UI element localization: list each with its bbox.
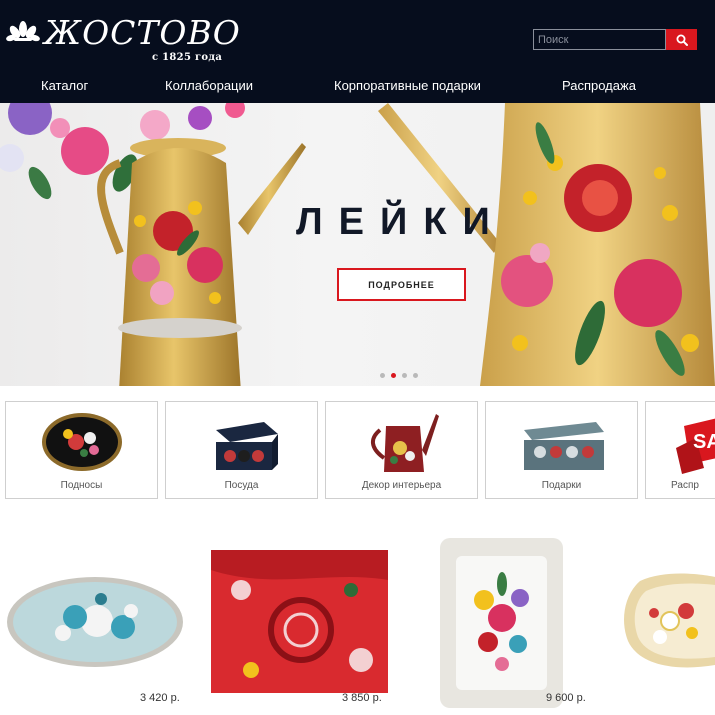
sale-tags-thumbnail: SA (676, 418, 715, 474)
product-price: 3 420 р. (140, 692, 180, 704)
oval-tray-image (7, 577, 183, 667)
hero-banner[interactable]: ЛЕЙКИ ПОДРОБНЕЕ (0, 103, 715, 386)
category-label: Декор интерьера (361, 480, 442, 491)
product-card[interactable] (440, 538, 563, 708)
gifts-thumbnail (524, 422, 604, 470)
tableware-thumbnail (216, 422, 278, 470)
product-card[interactable] (211, 550, 388, 693)
white-tray-image (440, 538, 563, 708)
search-form (533, 29, 697, 50)
product-price: 9 600 р. (546, 692, 586, 704)
search-input[interactable] (533, 29, 666, 50)
category-strip: Подносы Посуда Декор интерьера Подарки S… (5, 401, 715, 499)
search-button[interactable] (666, 29, 697, 50)
interior-decor-thumbnail (371, 414, 439, 472)
product-card[interactable] (620, 571, 715, 671)
small-watering-can (97, 138, 306, 386)
site-header: ЖОСТОВО с 1825 года Каталог Коллаборации… (0, 0, 715, 103)
product-price: 3 850 р. (342, 692, 382, 704)
slider-dot[interactable] (402, 373, 407, 378)
category-label: Подносы (60, 480, 103, 491)
category-gifts[interactable]: Подарки (485, 401, 638, 499)
brand-since: с 1825 года (152, 52, 223, 63)
main-nav: Каталог Коллаборации Корпоративные подар… (0, 78, 715, 98)
category-trays[interactable]: Подносы (5, 401, 158, 499)
slider-dots (380, 373, 418, 378)
category-tableware[interactable]: Посуда (165, 401, 318, 499)
sale-tag-text: SA (693, 431, 715, 453)
nav-item-sale[interactable]: Распродажа (562, 78, 636, 93)
nav-item-corporate-gifts[interactable]: Корпоративные подарки (334, 78, 481, 93)
flower-logo-icon (6, 21, 40, 42)
slider-dot[interactable] (413, 373, 418, 378)
search-icon (676, 34, 688, 46)
category-sale[interactable]: SA Распр (645, 401, 715, 499)
category-label: Подарки (541, 480, 582, 491)
category-label: Посуда (224, 480, 259, 491)
tray-thumbnail (42, 413, 122, 471)
silk-scarf-image (211, 550, 388, 693)
hero-title: ЛЕЙКИ (296, 201, 506, 243)
nav-item-catalog[interactable]: Каталог (41, 78, 88, 93)
large-watering-can (378, 103, 715, 386)
category-label: Распр (671, 480, 699, 491)
cream-tray-image (624, 573, 715, 668)
hero-watering-cans-image (0, 103, 715, 386)
product-card[interactable] (5, 575, 185, 670)
slider-dot[interactable] (380, 373, 385, 378)
nav-item-collaborations[interactable]: Коллаборации (165, 78, 253, 93)
category-interior-decor[interactable]: Декор интерьера (325, 401, 478, 499)
brand-logo[interactable]: ЖОСТОВО (6, 16, 241, 50)
slider-dot-active[interactable] (391, 373, 396, 378)
brand-name: ЖОСТОВО (44, 13, 241, 52)
hero-more-button[interactable]: ПОДРОБНЕЕ (337, 268, 466, 301)
